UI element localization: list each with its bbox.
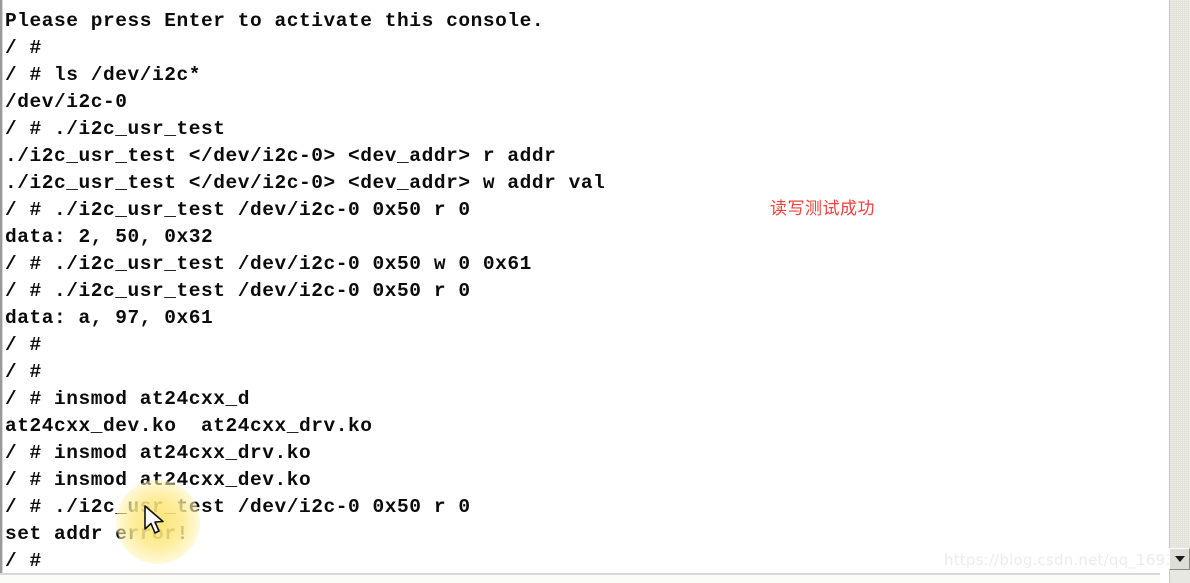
console-line: / #	[5, 361, 42, 383]
console-line: / # insmod at24cxx_d	[5, 388, 251, 410]
console-line: Please press Enter to activate this cons…	[5, 10, 545, 32]
console-line: / # ./i2c_usr_test /dev/i2c-0 0x50 r 0	[5, 280, 471, 302]
console-line: / #	[5, 37, 42, 59]
annotation-text: 读写测试成功	[770, 199, 875, 219]
terminal-screenshot: Please press Enter to activate this cons…	[0, 0, 1190, 583]
scrollbar-bottom-cap	[1169, 570, 1190, 583]
vertical-scrollbar[interactable]	[1167, 0, 1190, 583]
chevron-down-icon	[1174, 556, 1185, 562]
console-line: / # ./i2c_usr_test /dev/i2c-0 0x50 w 0 0…	[5, 253, 532, 275]
console-line: ./i2c_usr_test </dev/i2c-0> <dev_addr> r…	[5, 145, 557, 167]
scrollbar-track[interactable]	[1169, 0, 1190, 548]
console-line: at24cxx_dev.ko at24cxx_drv.ko	[5, 415, 373, 437]
console-line: / #	[5, 550, 42, 572]
console-line: set addr error!	[5, 523, 189, 545]
console-line: / # ./i2c_usr_test /dev/i2c-0 0x50 r 0	[5, 199, 471, 221]
console-line: / # insmod at24cxx_dev.ko	[5, 469, 312, 491]
window-left-border	[0, 0, 3, 583]
scrollbar-down-arrow-button[interactable]	[1169, 548, 1190, 570]
window-bottom-fill	[0, 575, 1160, 583]
console-line: / # ls /dev/i2c*	[5, 64, 202, 86]
console-line: / # insmod at24cxx_drv.ko	[5, 442, 312, 464]
console-line: /dev/i2c-0	[5, 91, 128, 113]
console-line: / # ./i2c_usr_test	[5, 118, 226, 140]
console-line: data: 2, 50, 0x32	[5, 226, 214, 248]
console-output: Please press Enter to activate this cons…	[5, 8, 1145, 575]
console-line: / # ./i2c_usr_test /dev/i2c-0 0x50 r 0	[5, 496, 471, 518]
console-line: data: a, 97, 0x61	[5, 307, 214, 329]
console-line: ./i2c_usr_test </dev/i2c-0> <dev_addr> w…	[5, 172, 606, 194]
console-line: / #	[5, 334, 42, 356]
window-bottom-border	[0, 573, 1160, 575]
